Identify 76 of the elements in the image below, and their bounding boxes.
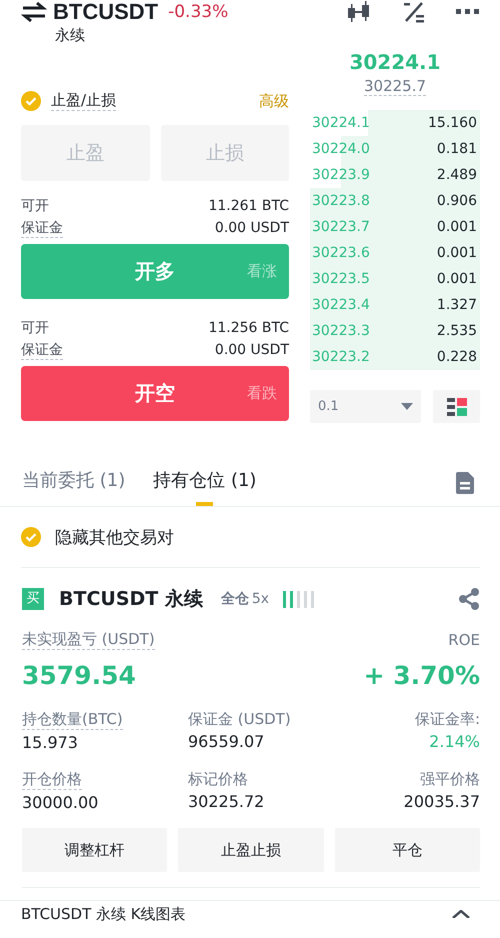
field-label: 持仓数量(BTC) (22, 710, 123, 730)
pnl-label: 未实现盈亏 (USDT) (22, 630, 155, 650)
bid-price: 30224.0 (312, 141, 370, 157)
bid-amount: 2.535 (436, 323, 477, 339)
sell-short-button[interactable]: 开空 看跌 (21, 366, 289, 421)
action-button[interactable]: 止盈止损 (178, 828, 324, 872)
position-symbol: BTCUSDT 永续 (59, 587, 203, 612)
field-value: 15.973 (22, 733, 78, 752)
info-label: 可开 (21, 319, 49, 337)
caret-icon (401, 402, 413, 410)
info-value: 11.261 BTC (208, 198, 289, 214)
more-icon[interactable] (456, 9, 480, 15)
field-label: 开仓价格 (22, 770, 82, 790)
field-value: 2.14% (429, 732, 480, 751)
margin-mode: 全仓 (220, 590, 249, 608)
field-value: 30225.72 (188, 792, 264, 811)
info-value: 11.256 BTC (208, 320, 289, 336)
info-value: 0.00 USDT (214, 342, 289, 358)
field-value: 96559.07 (188, 732, 264, 751)
bid-amount: 0.001 (436, 219, 477, 235)
roe-value: + 3.70% (364, 660, 480, 692)
action-button[interactable]: 调整杠杆 (22, 828, 168, 872)
bid-price: 30224.1 (312, 115, 370, 131)
bid-price: 30223.8 (312, 193, 370, 209)
bid-price: 30223.7 (312, 219, 370, 235)
tab[interactable]: 当前委托 (1) (22, 460, 126, 506)
info-value: 0.00 USDT (214, 220, 289, 236)
bid-amount: 0.001 (436, 271, 477, 287)
bid-price: 30223.9 (312, 167, 370, 183)
info-label: 可开 (21, 197, 49, 215)
buy-long-button[interactable]: 开多 看涨 (21, 244, 289, 299)
precision-dropdown[interactable]: 0.1 (310, 390, 421, 423)
bid-price: 30223.6 (312, 245, 370, 261)
action-button[interactable]: 平仓 (334, 828, 480, 872)
bid-amount: 0.001 (436, 245, 477, 261)
caret-up-icon[interactable] (452, 910, 470, 918)
document-icon[interactable] (456, 472, 474, 494)
bid-amount: 0.228 (436, 349, 477, 365)
calculator-icon[interactable] (402, 1, 426, 23)
info-label: 保证金 (21, 340, 63, 360)
bid-amount: 1.327 (436, 297, 477, 313)
mark-price: 30225.7 (364, 77, 426, 96)
field-value: 20035.37 (404, 792, 480, 811)
swap-icon[interactable] (21, 1, 47, 23)
checkbox[interactable] (21, 91, 41, 111)
side-badge: 买 (22, 588, 44, 610)
candlestick-icon[interactable] (346, 1, 372, 23)
field-label: 标记价格 (188, 770, 248, 789)
bid-price: 30223.3 (312, 323, 370, 339)
field-label: 保证金 (USDT) (188, 710, 291, 729)
field-label: 强平价格 (420, 770, 480, 789)
pnl-value: 3579.54 (22, 660, 136, 692)
info-label: 保证金 (21, 218, 63, 238)
roe-label: ROE (448, 631, 480, 649)
field-value: 30000.00 (22, 793, 98, 812)
hide-pairs-label: 隐藏其他交易对 (55, 526, 174, 548)
checkbox[interactable] (21, 527, 41, 547)
tab[interactable]: 持有仓位 (1) (153, 460, 256, 506)
bid-amount: 0.906 (436, 193, 477, 209)
bid-price: 30223.5 (312, 271, 370, 287)
bid-amount: 15.160 (428, 115, 477, 131)
symbol-title: BTCUSDT (53, 0, 158, 25)
bid-price: 30223.4 (312, 297, 370, 313)
field-label: 保证金率: (414, 710, 480, 729)
tpsl-label: 止盈/止损 (51, 91, 116, 111)
bid-amount: 2.489 (436, 167, 477, 183)
leverage: 5x (252, 591, 270, 607)
price-change: -0.33% (168, 2, 228, 22)
layout-icon[interactable] (446, 396, 466, 416)
last-price: 30224.1 (348, 50, 442, 76)
bid-price: 30223.2 (312, 349, 370, 365)
share-icon[interactable] (458, 588, 480, 610)
bid-amount: 0.181 (436, 141, 477, 157)
chart-title: BTCUSDT 永续 K线图表 (21, 904, 186, 924)
contract-type: 永续 (54, 25, 86, 46)
advanced-link[interactable]: 高级 (259, 92, 289, 110)
